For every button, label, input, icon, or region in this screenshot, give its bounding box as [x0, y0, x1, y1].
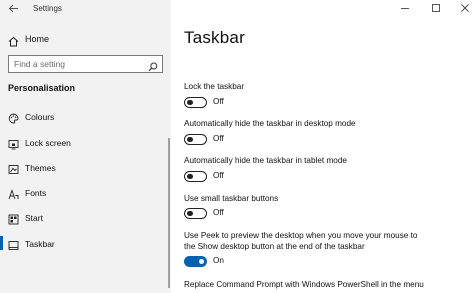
toggle-state-label: Off: [213, 97, 224, 106]
toggle-state-label: Off: [213, 134, 224, 143]
active-indicator: [0, 236, 3, 250]
toggle-state-label: On: [213, 256, 224, 265]
sidebar-item-lock-screen[interactable]: Lock screen: [0, 133, 171, 153]
title-bar: Settings: [0, 0, 171, 18]
sidebar-item-label: Themes: [25, 163, 56, 173]
lock-screen-icon: [8, 137, 19, 150]
themes-icon: [8, 162, 19, 174]
peek-toggle[interactable]: [184, 256, 207, 267]
palette-icon: [8, 111, 19, 124]
toggle-knob: [187, 210, 193, 216]
sidebar-item-label: Start: [25, 213, 43, 223]
section-title: Personalisation: [8, 83, 76, 93]
sidebar: Settings Home Find a setting Personalisa…: [0, 0, 171, 293]
sidebar-item-label: Lock screen: [25, 138, 71, 148]
setting-label-peek-line2: the Show desktop button at the end of th…: [184, 242, 365, 251]
close-icon[interactable]: [459, 3, 471, 15]
app-title: Settings: [33, 4, 62, 13]
sidebar-item-taskbar[interactable]: Taskbar: [0, 234, 171, 254]
taskbar-icon: [8, 238, 19, 250]
toggle-knob: [187, 173, 193, 179]
sidebar-item-colours[interactable]: Colours: [0, 107, 171, 127]
home-icon: [8, 34, 19, 47]
page-title: Taskbar: [184, 28, 245, 47]
sidebar-item-themes[interactable]: Themes: [0, 158, 171, 178]
toggle-state-label: Off: [213, 171, 224, 180]
small-buttons-toggle[interactable]: [184, 208, 207, 219]
toggle-knob: [198, 258, 204, 264]
autohide-tablet-toggle[interactable]: [184, 171, 207, 182]
sidebar-item-fonts[interactable]: Fonts: [0, 183, 171, 203]
fonts-icon: [8, 187, 19, 200]
lock-taskbar-toggle[interactable]: [184, 97, 207, 108]
start-icon: [8, 212, 19, 225]
home-label: Home: [25, 34, 50, 44]
setting-label-lock-taskbar: Lock the taskbar: [184, 82, 245, 91]
setting-label-small-buttons: Use small taskbar buttons: [184, 194, 279, 203]
autohide-desktop-toggle[interactable]: [184, 134, 207, 145]
toggle-knob: [187, 99, 193, 105]
sidebar-scrollbar[interactable]: [168, 138, 170, 288]
minimize-icon[interactable]: [399, 3, 411, 15]
toggle-knob: [187, 136, 193, 142]
sidebar-item-start[interactable]: Start: [0, 208, 171, 228]
sidebar-item-label: Fonts: [25, 188, 47, 198]
search-input[interactable]: Find a setting: [8, 55, 163, 73]
back-arrow-icon[interactable]: [8, 3, 20, 15]
sidebar-item-label: Taskbar: [25, 239, 55, 249]
toggle-state-label: Off: [213, 208, 224, 217]
search-placeholder: Find a setting: [14, 59, 66, 69]
maximize-icon[interactable]: [430, 3, 442, 15]
search-icon[interactable]: [148, 59, 158, 72]
sidebar-item-label: Colours: [25, 112, 55, 122]
setting-label-autohide-desktop: Automatically hide the taskbar in deskto…: [184, 119, 356, 128]
setting-label-autohide-tablet: Automatically hide the taskbar in tablet…: [184, 156, 347, 165]
setting-label-powershell: Replace Command Prompt with Windows Powe…: [184, 280, 424, 289]
setting-label-peek-line1: Use Peek to preview the desktop when you…: [184, 231, 418, 240]
